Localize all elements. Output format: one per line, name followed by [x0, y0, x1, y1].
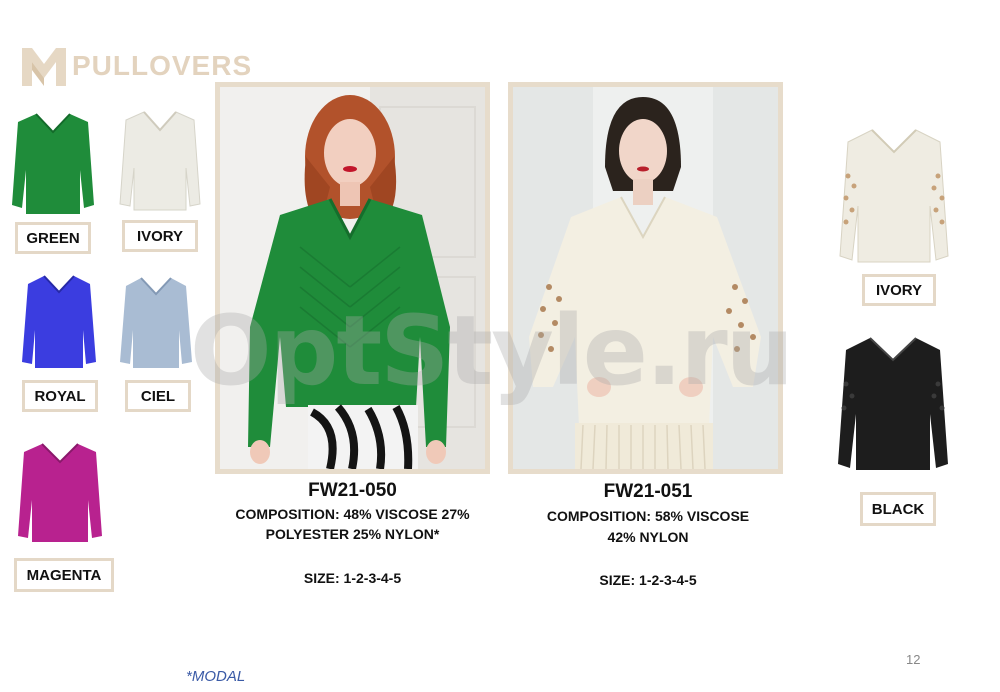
size-fw21-051: SIZE: 1-2-3-4-5 — [599, 572, 697, 588]
size-fw21-050: SIZE: 1-2-3-4-5 — [303, 570, 402, 586]
composition-fw21-050-line1: COMPOSITION: 48% VISCOSE 27% — [235, 506, 470, 522]
model-ivory-pullover-photo — [513, 87, 778, 469]
product-photo-frame-fw21-050 — [215, 82, 490, 474]
model-green-pullover-photo — [220, 87, 485, 469]
color-tag-ivory-right: IVORY — [862, 274, 936, 306]
color-tag-ciel: CIEL — [125, 380, 191, 412]
page-title: PULLOVERS — [72, 50, 253, 81]
product-code-fw21-050: FW21-050 — [308, 480, 397, 501]
royal-pullover-image — [22, 275, 96, 368]
product-code-fw21-051: FW21-051 — [603, 481, 693, 502]
black-openwork-pullover-image — [838, 337, 948, 470]
color-tag-royal: ROYAL — [22, 380, 98, 412]
ciel-pullover-image — [120, 277, 192, 368]
ivory-openwork-pullover-image — [839, 129, 949, 263]
composition-fw21-050-line2: POLYESTER 25% NYLON* — [265, 526, 440, 542]
composition-fw21-051-line1: COMPOSITION: 58% VISCOSE — [546, 508, 750, 524]
product-photo-frame-fw21-051 — [508, 82, 783, 474]
footnote: *MODAL — [186, 668, 246, 685]
brand-logo-icon — [22, 48, 66, 86]
color-tag-ivory: IVORY — [122, 220, 198, 252]
color-tag-green: GREEN — [15, 222, 91, 254]
composition-fw21-051-line2: 42% NYLON — [607, 529, 689, 545]
magenta-pullover-image — [18, 443, 102, 542]
ivory-pullover-image — [119, 111, 201, 211]
page-number: 12 — [906, 652, 921, 667]
green-pullover-image — [12, 113, 94, 214]
color-tag-black: BLACK — [860, 492, 936, 526]
color-tag-magenta: MAGENTA — [14, 558, 114, 592]
